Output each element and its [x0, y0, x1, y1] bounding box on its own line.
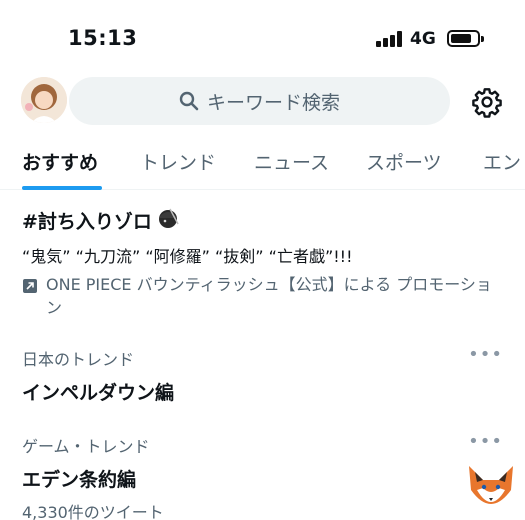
status-time: 15:13 [68, 26, 138, 50]
explore-tabs: おすすめ トレンド ニュース スポーツ エン [0, 138, 525, 190]
fox-logo [463, 462, 519, 516]
gear-icon [472, 88, 502, 118]
trend-item[interactable]: 日本のトレンド インペルダウン編 [22, 346, 502, 405]
search-icon [179, 91, 199, 111]
cellular-signal-icon [376, 31, 402, 47]
settings-button[interactable] [471, 86, 503, 118]
promoted-trend-title: #討ち入りゾロ [22, 211, 152, 233]
trend-tweet-count: 4,330件のツイート [22, 503, 164, 520]
status-bar: 15:13 4G [0, 0, 525, 74]
promoted-arrow-icon [22, 277, 38, 293]
search-input[interactable]: キーワード検索 [69, 77, 450, 125]
trend-item[interactable]: ゲーム・トレンド エデン条約編 4,330件のツイート [22, 433, 502, 520]
tab-recommended[interactable]: おすすめ [22, 148, 98, 175]
tab-news[interactable]: ニュース [254, 148, 329, 175]
trend-name: インペルダウン編 [22, 382, 175, 404]
active-tab-indicator [22, 186, 102, 190]
tab-trending[interactable]: トレンド [140, 148, 216, 175]
more-icon[interactable]: ••• [468, 344, 503, 365]
tab-entertainment[interactable]: エン [483, 148, 521, 175]
more-icon[interactable]: ••• [468, 431, 503, 452]
network-type: 4G [410, 29, 436, 49]
promoted-trend[interactable]: #討ち入りゾロ “鬼気” “九刀流” “阿修羅” “抜剣” “亡者戯”!!! O… [22, 206, 502, 319]
trend-name: エデン条約編 [22, 469, 137, 491]
search-placeholder: キーワード検索 [206, 91, 340, 114]
zoro-emoji-icon [156, 206, 180, 235]
promoted-trend-subtitle: “鬼気” “九刀流” “阿修羅” “抜剣” “亡者戯”!!! [22, 247, 353, 266]
trend-context: ゲーム・トレンド [22, 437, 150, 456]
trend-context: 日本のトレンド [22, 350, 135, 369]
promotion-attribution: ONE PIECE バウンティラッシュ【公式】による プロモーション [22, 273, 502, 319]
promotion-text: ONE PIECE バウンティラッシュ【公式】による プロモーション [46, 275, 492, 317]
tab-sports[interactable]: スポーツ [366, 148, 442, 175]
promoted-trend-title-row: #討ち入りゾロ [22, 206, 502, 235]
avatar[interactable] [21, 77, 67, 123]
battery-icon [447, 30, 484, 47]
